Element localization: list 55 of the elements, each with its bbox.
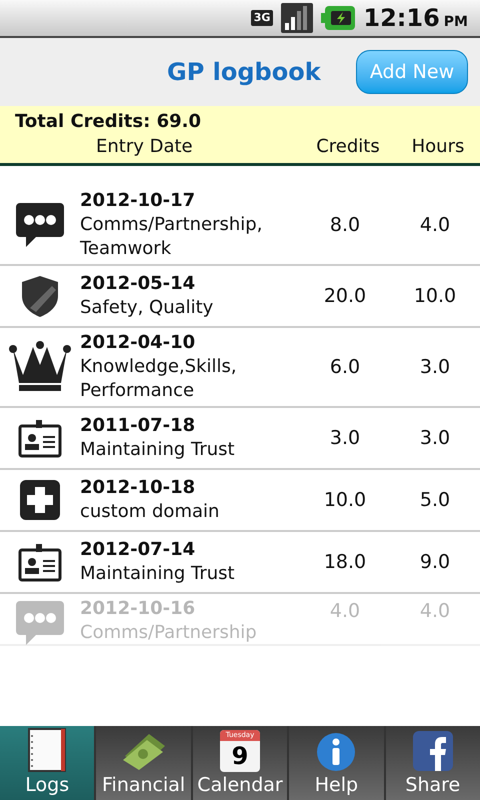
entry-credits: 4.0	[328, 599, 362, 624]
entry-domain: custom domain	[80, 500, 220, 524]
entry-hours: 4.0	[418, 212, 452, 238]
bottom-tab[interactable]: Share	[386, 726, 480, 800]
log-entry-row[interactable]: 2012-07-14 Maintaining Trust 18.0 9.0	[0, 532, 480, 594]
entry-date: 2012-07-14	[80, 538, 196, 562]
entry-credits: 10.0	[322, 488, 368, 513]
info-icon	[316, 732, 356, 772]
entry-domain: Knowledge,Skills, Performance	[80, 355, 238, 403]
entry-domain: Comms/Partnership, Teamwork	[80, 213, 264, 261]
log-entry-row[interactable]: 2012-04-10 Knowledge,Skills, Performance 6.0 3.0	[0, 328, 480, 408]
bottom-tab[interactable]: Financial	[96, 726, 191, 800]
entry-hours: 3.0	[418, 354, 452, 380]
entry-date: 2011-07-18	[80, 414, 196, 438]
entry-credits: 20.0	[322, 284, 368, 309]
battery-icon	[321, 6, 356, 30]
network-indicator: 3G	[250, 10, 274, 26]
entry-date: 2012-10-17	[80, 189, 196, 213]
calendar-date: 9	[232, 741, 248, 771]
log-entry-row[interactable]: 2011-07-18 Maintaining Trust 3.0 3.0	[0, 408, 480, 470]
clock-period: PM	[444, 13, 468, 32]
column-header: Credits	[315, 135, 381, 159]
entry-domain: Comms/Partnership	[80, 621, 258, 645]
entry-credits: 3.0	[328, 426, 362, 451]
entry-domain: Maintaining Trust	[80, 438, 236, 462]
column-header: Hours	[410, 135, 466, 159]
facebook-icon	[412, 730, 454, 772]
entry-hours: 3.0	[418, 426, 452, 451]
bottom-tab[interactable]: Help	[289, 726, 384, 800]
crown-icon	[9, 341, 71, 393]
app-title: GP logbook	[167, 57, 321, 88]
entry-hours: 4.0	[418, 599, 452, 624]
entry-credits: 8.0	[328, 212, 362, 238]
id-card-icon	[17, 542, 63, 582]
bottom-tab[interactable]: Logs	[0, 726, 94, 800]
entry-date: 2012-05-14	[80, 272, 196, 296]
entry-hours: 5.0	[418, 488, 452, 513]
log-entry-row[interactable]: 2012-10-18 custom domain 10.0 5.0	[0, 470, 480, 532]
id-card-icon	[17, 418, 63, 458]
log-entry-row[interactable]: 2012-10-17 Comms/Partnership, Teamwork 8.0 4.0	[0, 186, 480, 266]
column-header: Entry Date	[95, 135, 194, 159]
entry-date: 2012-10-16	[80, 597, 196, 621]
clock-time: 12:16	[363, 3, 440, 34]
entry-hours: 9.0	[418, 550, 452, 575]
entry-credits: 18.0	[322, 550, 368, 575]
signal-icon	[281, 3, 314, 33]
entry-domain: Maintaining Trust	[80, 562, 236, 586]
entry-date: 2012-04-10	[80, 331, 196, 355]
total-credits: Total Credits: 69.0	[14, 110, 202, 134]
entry-date: 2012-10-18	[80, 476, 196, 500]
plus-icon	[19, 479, 61, 521]
entry-credits: 6.0	[328, 354, 362, 380]
entry-domain: Safety, Quality	[80, 296, 214, 320]
log-entry-row[interactable]: 2012-05-14 Safety, Quality 20.0 10.0	[0, 266, 480, 328]
entry-hours: 10.0	[412, 284, 458, 309]
